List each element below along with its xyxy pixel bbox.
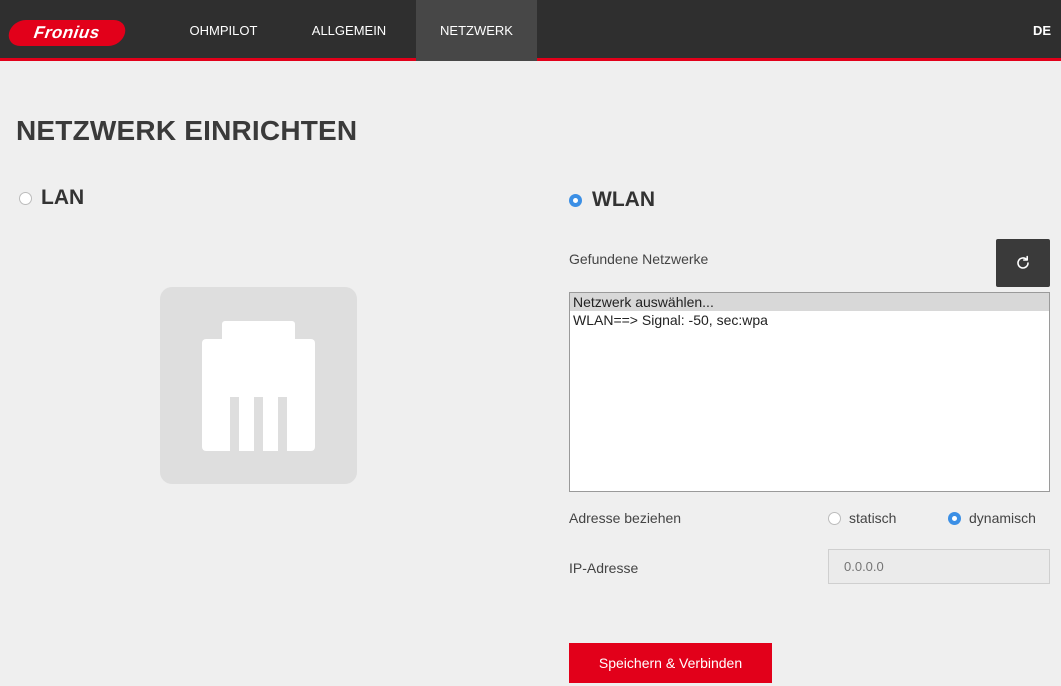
- language-label: DE: [1032, 23, 1051, 38]
- nav-item-allgemein[interactable]: ALLGEMEIN: [295, 0, 403, 61]
- ip-address-input[interactable]: [828, 549, 1050, 584]
- ethernet-port-icon: [160, 287, 357, 484]
- nav-item-netzwerk[interactable]: NETZWERK: [416, 0, 537, 61]
- lan-radio[interactable]: [19, 191, 32, 205]
- save-connect-button[interactable]: Speichern & Verbinden: [569, 643, 772, 683]
- nav-item-label: ALLGEMEIN: [311, 23, 387, 38]
- dynamic-label: dynamisch: [969, 510, 1036, 526]
- network-option-placeholder[interactable]: Netzwerk auswählen...: [570, 293, 1049, 311]
- language-selector[interactable]: DE: [1033, 0, 1051, 61]
- nav-item-label: OHMPILOT: [189, 23, 258, 38]
- wlan-option[interactable]: WLAN: [569, 188, 655, 212]
- lan-option[interactable]: LAN: [19, 186, 84, 210]
- address-option-static[interactable]: statisch: [828, 510, 896, 526]
- page-title: NETZWERK EINRICHTEN: [16, 115, 358, 146]
- save-connect-label: Speichern & Verbinden: [598, 655, 743, 671]
- ethernet-port-icon-graphic: [202, 321, 315, 451]
- refresh-icon: [1017, 255, 1029, 269]
- logo-text: Fronius: [32, 23, 102, 42]
- wlan-label: WLAN: [592, 188, 655, 211]
- ip-address-label: IP-Adresse: [569, 560, 639, 576]
- network-list[interactable]: Netzwerk auswählen... WLAN==> Signal: -5…: [569, 292, 1050, 492]
- static-radio[interactable]: [828, 511, 841, 525]
- static-label: statisch: [849, 510, 897, 526]
- lan-label: LAN: [41, 186, 85, 209]
- nav-item-ohmpilot[interactable]: OHMPILOT: [172, 0, 275, 61]
- top-navigation-bar: Fronius OHMPILOT ALLGEMEIN NETZWERK DE: [0, 0, 1061, 61]
- dynamic-radio[interactable]: [948, 511, 961, 525]
- wlan-radio[interactable]: [569, 193, 582, 207]
- network-option[interactable]: WLAN==> Signal: -50, sec:wpa: [570, 311, 1049, 329]
- found-networks-label: Gefundene Netzwerke: [569, 251, 709, 267]
- nav-item-label: NETZWERK: [440, 23, 513, 38]
- address-mode-label: Adresse beziehen: [569, 510, 682, 526]
- refresh-button[interactable]: [996, 239, 1050, 287]
- address-option-dynamic[interactable]: dynamisch: [948, 510, 1036, 526]
- fronius-logo[interactable]: Fronius: [6, 20, 128, 46]
